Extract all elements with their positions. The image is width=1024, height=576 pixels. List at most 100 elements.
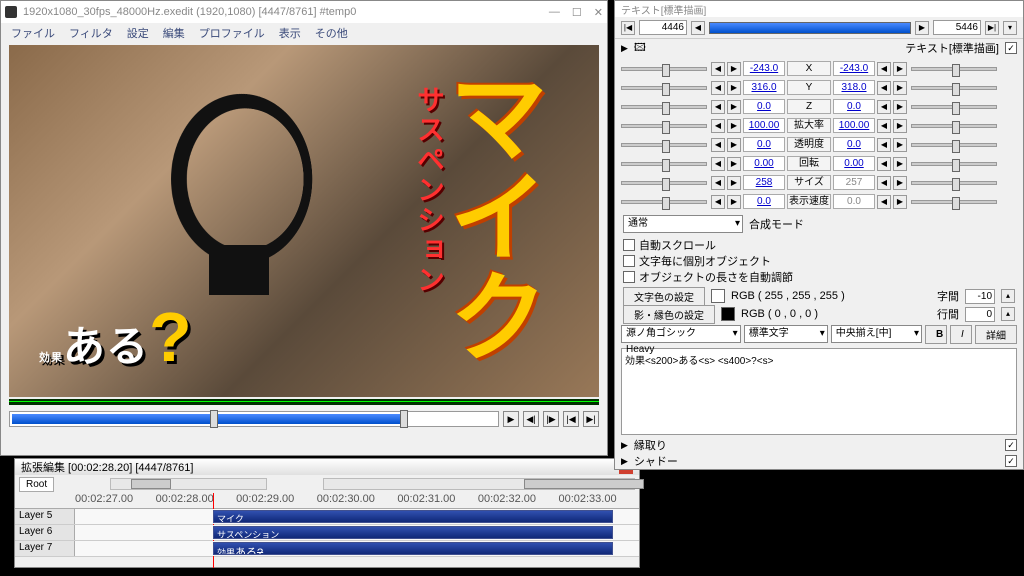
text-content-area[interactable]: 効果<s200>ある<s> <s400>?<s> <box>621 348 1017 435</box>
inc2-button[interactable]: ▶ <box>893 81 907 95</box>
dec-button[interactable]: ◀ <box>711 176 725 190</box>
param-left-value[interactable]: 100.00 <box>743 118 785 133</box>
layer-track[interactable]: 効果ある? <box>75 541 639 556</box>
param-slider-left[interactable] <box>621 105 707 109</box>
inc2-button[interactable]: ▶ <box>893 62 907 76</box>
minimize-button[interactable]: — <box>549 6 560 19</box>
dec2-button[interactable]: ◀ <box>877 176 891 190</box>
param-right-value[interactable]: 0.0 <box>833 194 875 209</box>
frame-prev2-button[interactable]: |◀ <box>621 21 635 35</box>
dec2-button[interactable]: ◀ <box>877 100 891 114</box>
param-left-value[interactable]: 258 <box>743 175 785 190</box>
param-slider-left[interactable] <box>621 181 707 185</box>
menu-edit[interactable]: 編集 <box>163 25 185 41</box>
dec-button[interactable]: ◀ <box>711 157 725 171</box>
shadow-toggle-icon[interactable]: ▶ <box>621 456 628 467</box>
audio-scrub[interactable] <box>9 399 599 405</box>
dec2-button[interactable]: ◀ <box>877 81 891 95</box>
param-slider-right[interactable] <box>911 181 997 185</box>
menu-filter[interactable]: フィルタ <box>69 25 113 41</box>
param-slider-left[interactable] <box>621 124 707 128</box>
check-autoscroll[interactable]: 自動スクロール <box>623 237 1015 253</box>
dec-button[interactable]: ◀ <box>711 138 725 152</box>
shadow-color-button[interactable]: 影・縁色の設定 <box>623 305 715 324</box>
param-name[interactable]: Z <box>787 99 831 114</box>
clip[interactable]: 効果ある? <box>213 542 613 555</box>
outline-toggle-icon[interactable]: ▶ <box>621 440 628 451</box>
outline-checkbox[interactable]: ✓ <box>1005 439 1017 451</box>
param-name[interactable]: サイズ <box>787 175 831 190</box>
inc-button[interactable]: ▶ <box>727 100 741 114</box>
dec-button[interactable]: ◀ <box>711 81 725 95</box>
align-select[interactable]: 中央揃え[中] <box>831 325 922 343</box>
param-slider-right[interactable] <box>911 86 997 90</box>
param-right-value[interactable]: 0.00 <box>833 156 875 171</box>
dec-button[interactable]: ◀ <box>711 195 725 209</box>
play-button[interactable]: ▶ <box>503 411 519 427</box>
step-back-button[interactable]: ◀| <box>523 411 539 427</box>
param-name[interactable]: X <box>787 61 831 76</box>
param-left-value[interactable]: 0.0 <box>743 137 785 152</box>
inc2-button[interactable]: ▶ <box>893 176 907 190</box>
menu-file[interactable]: ファイル <box>11 25 55 41</box>
inc2-button[interactable]: ▶ <box>893 119 907 133</box>
menu-profile[interactable]: プロファイル <box>199 25 265 41</box>
menu-view[interactable]: 表示 <box>279 25 301 41</box>
param-right-value[interactable]: 318.0 <box>833 80 875 95</box>
clip[interactable]: マイク <box>213 510 613 523</box>
param-slider-left[interactable] <box>621 162 707 166</box>
font-select[interactable]: 源ノ角ゴシック Heavy <box>621 325 741 343</box>
maximize-button[interactable]: ☐ <box>572 6 582 19</box>
param-name[interactable]: 透明度 <box>787 137 831 152</box>
param-right-value[interactable]: 257 <box>833 175 875 190</box>
shadow-color-swatch[interactable] <box>721 307 735 321</box>
seek-thumb-b[interactable] <box>400 410 408 428</box>
spacing-spin[interactable]: ▴ <box>1001 289 1015 303</box>
inc-button[interactable]: ▶ <box>727 62 741 76</box>
jump-start-button[interactable]: |◀ <box>563 411 579 427</box>
param-right-value[interactable]: 0.0 <box>833 137 875 152</box>
inc-button[interactable]: ▶ <box>727 81 741 95</box>
inc2-button[interactable]: ▶ <box>893 157 907 171</box>
inc2-button[interactable]: ▶ <box>893 138 907 152</box>
dec2-button[interactable]: ◀ <box>877 62 891 76</box>
check-auto-length[interactable]: オブジェクトの長さを自動調節 <box>623 269 1015 285</box>
param-slider-left[interactable] <box>621 143 707 147</box>
param-slider-left[interactable] <box>621 86 707 90</box>
param-right-value[interactable]: 0.0 <box>833 99 875 114</box>
timeline-hscroll[interactable] <box>323 478 635 490</box>
layer-track[interactable]: マイク <box>75 509 639 524</box>
frame-prev-button[interactable]: ◀ <box>691 21 705 35</box>
param-name[interactable]: 表示速度 <box>787 194 831 209</box>
inc-button[interactable]: ▶ <box>727 138 741 152</box>
param-left-value[interactable]: 316.0 <box>743 80 785 95</box>
param-left-value[interactable]: 0.0 <box>743 99 785 114</box>
detail-button[interactable]: 詳細 <box>975 325 1017 344</box>
step-fwd-button[interactable]: |▶ <box>543 411 559 427</box>
param-slider-right[interactable] <box>911 200 997 204</box>
spacing-input[interactable] <box>965 289 995 304</box>
italic-button[interactable]: I <box>950 325 972 344</box>
frame-next-button[interactable]: ▶ <box>915 21 929 35</box>
param-slider-right[interactable] <box>911 143 997 147</box>
param-slider-left[interactable] <box>621 200 707 204</box>
param-left-value[interactable]: -243.0 <box>743 61 785 76</box>
param-name[interactable]: Y <box>787 80 831 95</box>
blend-mode-select[interactable]: 通常 <box>623 215 743 233</box>
inc2-button[interactable]: ▶ <box>893 195 907 209</box>
leading-input[interactable] <box>965 307 995 322</box>
frame-next2-button[interactable]: ▶| <box>985 21 999 35</box>
text-color-button[interactable]: 文字色の設定 <box>623 287 705 306</box>
frame-end-input[interactable] <box>933 20 981 35</box>
root-button[interactable]: Root <box>19 477 54 492</box>
dec2-button[interactable]: ◀ <box>877 195 891 209</box>
expand-icon[interactable]: 🖾 <box>634 39 646 58</box>
menu-settings[interactable]: 設定 <box>127 25 149 41</box>
timeline-ruler[interactable]: 00:02:27.00 00:02:28.00 00:02:29.00 00:0… <box>15 493 639 509</box>
clip[interactable]: サスペンション <box>213 526 613 539</box>
param-left-value[interactable]: 0.0 <box>743 194 785 209</box>
param-slider-right[interactable] <box>911 162 997 166</box>
param-name[interactable]: 拡大率 <box>787 118 831 133</box>
check-per-char[interactable]: 文字毎に個別オブジェクト <box>623 253 1015 269</box>
frame-start-input[interactable] <box>639 20 687 35</box>
